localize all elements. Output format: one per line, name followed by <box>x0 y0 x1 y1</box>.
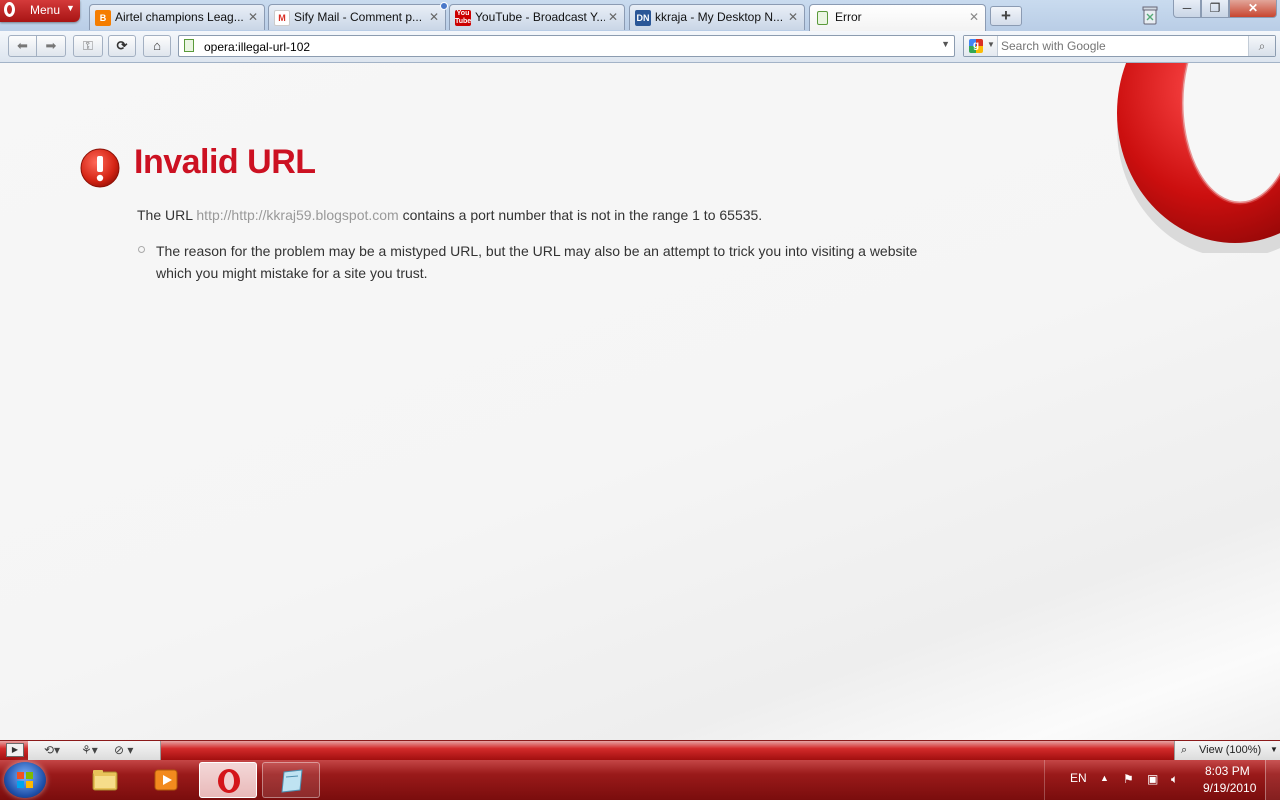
bullet-icon <box>138 246 145 253</box>
language-indicator[interactable]: EN <box>1070 771 1087 785</box>
tab-kkraja[interactable]: DN kkraja - My Desktop N... ✕ <box>629 4 805 30</box>
opera-logo-icon <box>218 769 240 793</box>
message-text: The URL <box>137 207 197 223</box>
new-tab-button[interactable]: + <box>990 6 1022 26</box>
search-go-button[interactable]: ⌕ <box>1248 36 1275 56</box>
tab-airtel[interactable]: B Airtel champions Leag... ✕ <box>89 4 265 30</box>
close-tab-icon[interactable]: ✕ <box>608 10 618 24</box>
close-window-button[interactable]: ✕ <box>1229 0 1277 18</box>
notes-icon <box>281 769 303 793</box>
error-page: Invalid URL The URL http://http://kkraj5… <box>0 63 1280 740</box>
zoom-view-button[interactable]: ⌕ View (100%) ▼ <box>1174 741 1280 760</box>
blogger-icon: B <box>95 10 111 26</box>
start-button[interactable] <box>4 762 46 798</box>
forward-button[interactable]: ➡ <box>37 35 66 57</box>
wand-button[interactable]: ⚿ <box>73 35 103 57</box>
tab-sify-mail[interactable]: M Sify Mail - Comment p... ✕ <box>268 4 446 30</box>
tab-title: Airtel champions Leag... <box>115 10 244 24</box>
chevron-down-icon: ▼ <box>987 40 995 49</box>
action-center-flag-icon[interactable]: ⚑ <box>1123 772 1137 786</box>
reload-button[interactable]: ⟳ <box>108 35 136 57</box>
page-icon <box>817 11 828 25</box>
folder-icon <box>92 770 118 791</box>
invalid-url-text: http://http://kkraj59.blogspot.com <box>196 207 399 223</box>
search-icon: ⌕ <box>1258 39 1266 53</box>
clock-time[interactable]: 8:03 PM <box>1205 764 1250 778</box>
status-bar: ▶ ⟲▾ ⚘▾ ⊘ ▾ ⌕ View (100%) ▼ <box>0 740 1280 760</box>
arrow-left-icon: ⬅ <box>17 38 28 53</box>
warning-icon <box>80 148 120 188</box>
zoom-label: View (100%) <box>1199 744 1262 756</box>
chevron-down-icon: ▼ <box>66 3 75 13</box>
youtube-icon: You Tube <box>455 10 472 26</box>
restore-button[interactable]: ❐ <box>1201 0 1229 18</box>
tab-title: YouTube - Broadcast Y... <box>475 10 605 24</box>
arrow-right-icon: ➡ <box>45 38 57 53</box>
dn-icon: DN <box>635 10 651 26</box>
page-icon <box>184 39 194 52</box>
reason-text: The reason for the problem may be a mist… <box>156 243 918 281</box>
address-toolbar: ⬅ ➡ ⚿ ⟳ ⌂ opera:illegal-url-102 ▼ g ▼ ⌕ <box>0 31 1280 63</box>
taskbar-media-player[interactable] <box>137 762 195 798</box>
panel-toggle-button[interactable]: ▶ <box>6 743 24 757</box>
minimize-button[interactable]: ─ <box>1173 0 1201 18</box>
page-title: Invalid URL <box>134 143 316 181</box>
reload-icon: ⟳ <box>116 38 128 53</box>
search-field[interactable]: g ▼ ⌕ <box>963 35 1276 57</box>
tab-title: Sify Mail - Comment p... <box>294 10 423 24</box>
taskbar-notes[interactable] <box>262 762 320 798</box>
windows-taskbar: EN ▲ ⚑ ▣ 🔈︎ 8:03 PM 9/19/2010 <box>0 760 1280 800</box>
windows-logo-icon <box>17 772 33 788</box>
sync-icon[interactable]: ⟲▾ <box>44 743 60 757</box>
chevron-down-icon[interactable]: ▼ <box>941 39 950 49</box>
opera-logo-icon <box>4 2 15 17</box>
address-url[interactable]: opera:illegal-url-102 <box>204 40 310 54</box>
search-engine-selector[interactable]: g ▼ <box>964 36 998 56</box>
status-tools: ⟲▾ ⚘▾ ⊘ ▾ <box>28 741 161 760</box>
trash-icon[interactable] <box>1141 5 1159 25</box>
taskbar-opera[interactable] <box>199 762 257 798</box>
message-text: contains a port number that is not in th… <box>398 207 763 223</box>
home-icon: ⌂ <box>153 38 161 53</box>
google-icon: g <box>969 39 983 53</box>
show-desktop-button[interactable] <box>1265 760 1280 800</box>
share-icon[interactable]: ⚘▾ <box>81 743 98 757</box>
error-message: The URL http://http://kkraj59.blogspot.c… <box>137 207 762 223</box>
tab-title: Error <box>835 10 862 24</box>
clock-date[interactable]: 9/19/2010 <box>1203 781 1256 795</box>
speed-dial-icon[interactable]: ⊘ ▾ <box>114 743 133 757</box>
menu-label: Menu <box>30 3 61 17</box>
close-tab-icon[interactable]: ✕ <box>969 10 979 24</box>
tab-title: kkraja - My Desktop N... <box>655 10 784 24</box>
back-button[interactable]: ⬅ <box>8 35 37 57</box>
chevron-down-icon: ▼ <box>1270 745 1278 754</box>
address-field[interactable]: opera:illegal-url-102 ▼ <box>178 35 955 57</box>
search-input[interactable] <box>1001 38 1241 54</box>
media-player-icon <box>154 769 178 791</box>
volume-icon[interactable]: 🔈︎ <box>1171 772 1185 786</box>
tab-youtube[interactable]: You Tube YouTube - Broadcast Y... ✕ <box>449 4 625 30</box>
opera-logo-icon <box>1117 63 1280 253</box>
zoom-icon: ⌕ <box>1181 744 1188 756</box>
close-tab-icon[interactable]: ✕ <box>788 10 798 24</box>
close-tab-icon[interactable]: ✕ <box>248 10 258 24</box>
close-tab-icon[interactable]: ✕ <box>429 10 439 24</box>
gmail-icon: M <box>274 10 290 26</box>
tab-bar: Menu ▼ B Airtel champions Leag... ✕ M Si… <box>0 0 1280 31</box>
home-button[interactable]: ⌂ <box>143 35 171 57</box>
system-tray: EN ▲ ⚑ ▣ 🔈︎ 8:03 PM 9/19/2010 <box>1044 760 1280 800</box>
chevron-up-icon[interactable]: ▲ <box>1100 773 1109 783</box>
notification-dot-icon <box>440 2 448 10</box>
opera-menu-button[interactable]: Menu ▼ <box>0 0 80 22</box>
key-icon: ⚿ <box>83 38 93 53</box>
tab-error[interactable]: Error ✕ <box>809 4 986 31</box>
power-icon[interactable]: ▣ <box>1147 772 1161 786</box>
taskbar-explorer[interactable] <box>76 762 134 798</box>
